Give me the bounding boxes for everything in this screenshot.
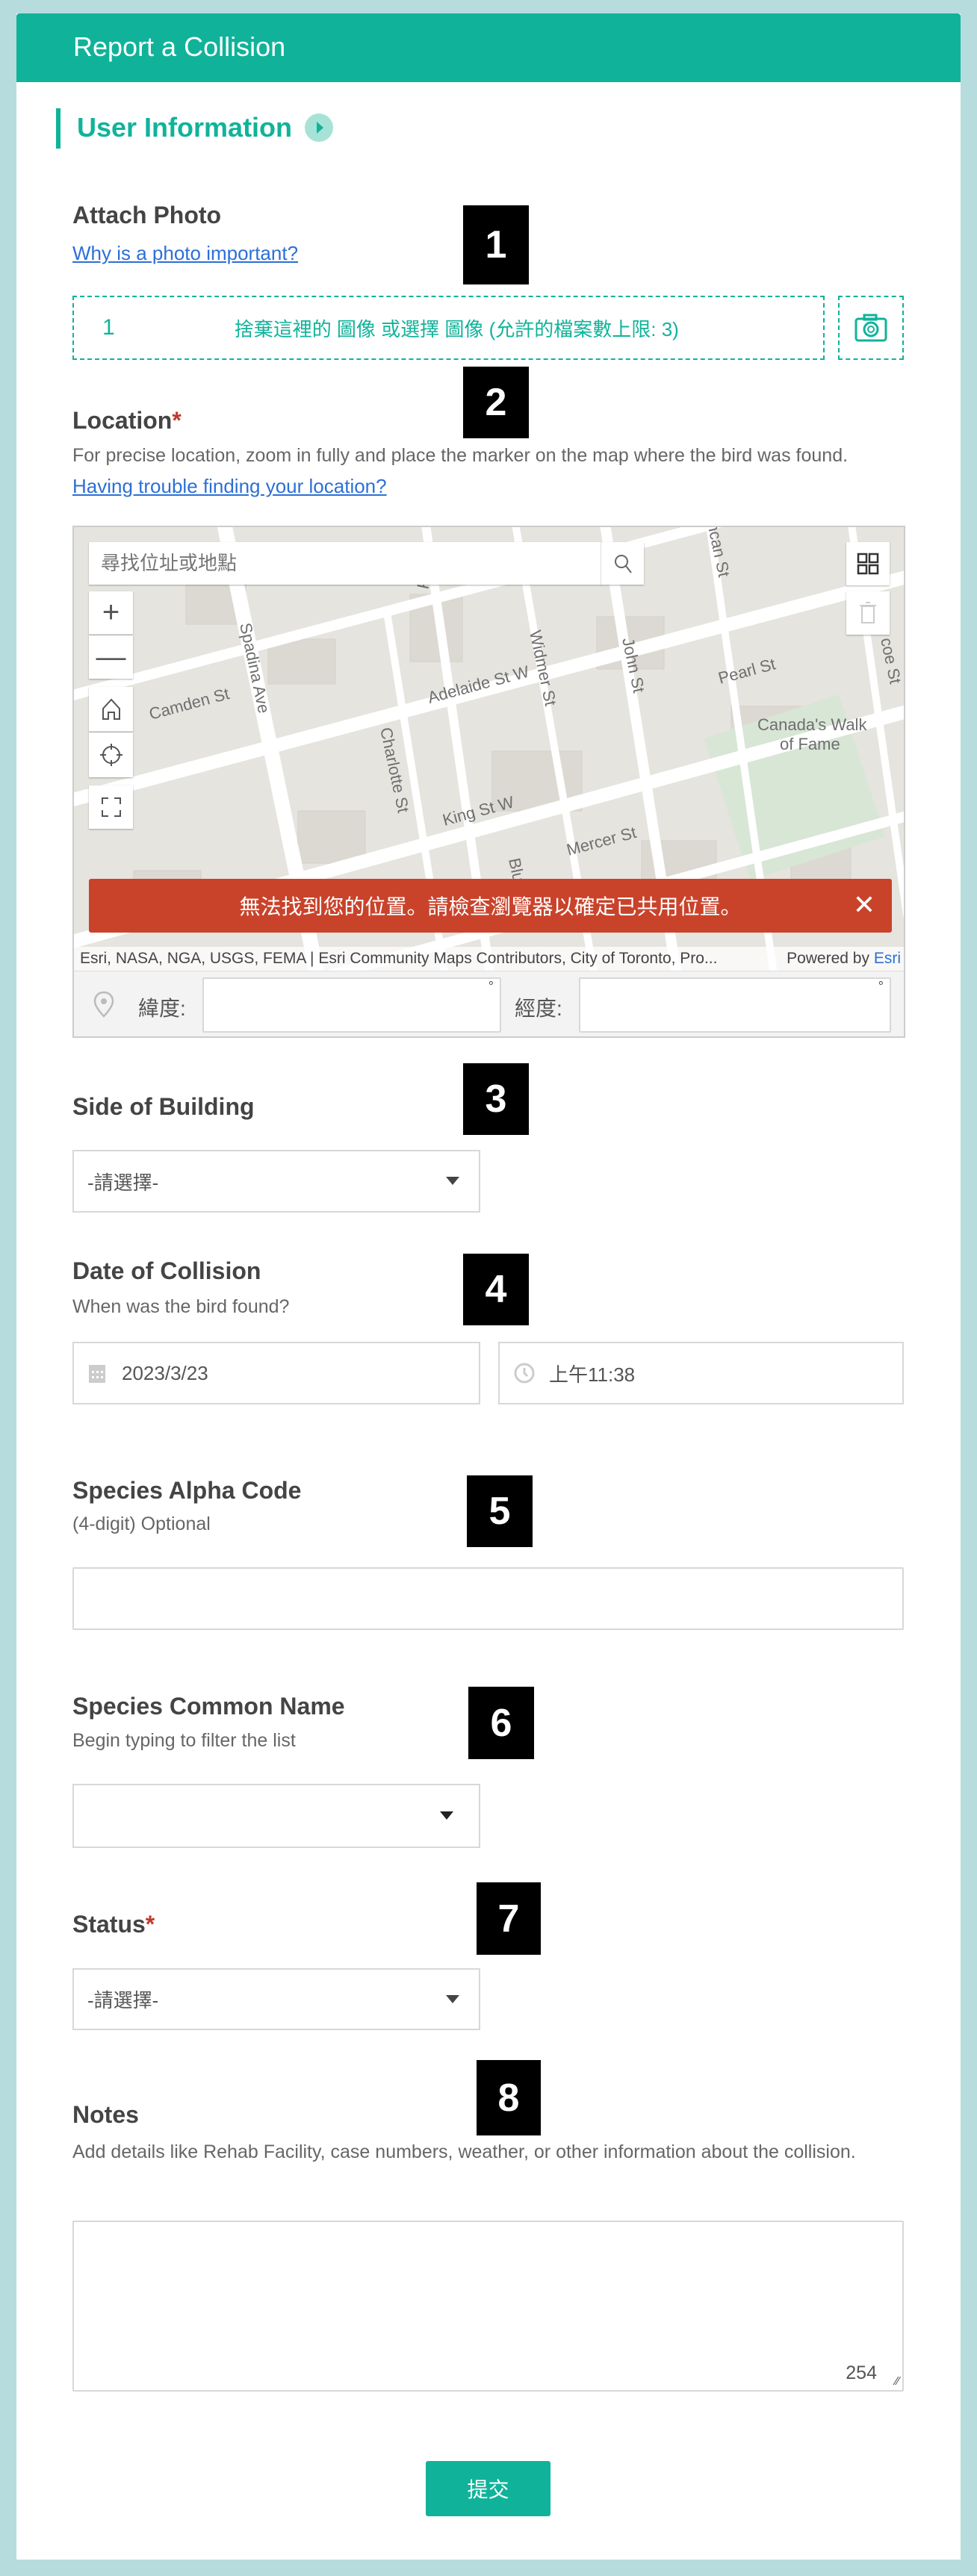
plus-icon: + [102,596,120,629]
map-poi-label: Canada's Walk [757,715,867,734]
side-of-building-select[interactable]: -請選擇- [72,1150,480,1213]
latitude-label: 緯度: [138,997,186,1020]
location-pin-icon[interactable] [89,989,119,1022]
coordinates-row: 緯度: ° 經度: ° [74,971,904,1036]
date-label: Date of Collision [72,1257,261,1284]
longitude-label: 經度: [515,997,562,1020]
location-label: Location* [72,407,182,435]
search-icon [614,554,632,573]
form-header: Report a Collision [16,13,961,82]
fullscreen-button[interactable] [89,785,133,829]
annotation-badge: 8 [477,2060,541,2135]
map-poi-label: of Fame [780,735,840,753]
clock-icon [514,1363,535,1384]
caret-down-icon [446,1177,459,1185]
delete-button[interactable] [846,591,890,635]
photo-importance-link[interactable]: Why is a photo important? [72,242,298,265]
location-help-link[interactable]: Having trouble finding your location? [72,475,387,498]
map-search-button[interactable] [601,542,644,585]
required-asterisk: * [145,1911,155,1938]
esri-link[interactable]: Esri [874,950,901,968]
crosshair-icon [99,744,122,766]
submit-button[interactable]: 提交 [426,2461,550,2516]
latitude-input[interactable]: ° [202,977,501,1033]
home-icon [102,698,120,720]
status-label-text: Status [72,1911,146,1938]
camera-button[interactable] [838,296,904,360]
alpha-code-sub: (4-digit) Optional [72,1513,211,1534]
notes-sub: Add details like Rehab Facility, case nu… [72,2141,856,2162]
annotation-badge: 5 [467,1475,533,1547]
caret-down-icon [440,1811,453,1820]
section-title: User Information [77,112,293,143]
location-label-text: Location [72,407,173,434]
annotation-badge: 7 [477,1882,541,1955]
annotation-badge: 1 [463,205,529,284]
common-name-label: Species Common Name [72,1693,345,1720]
map[interactable]: Spadina Ave Camden St Adelaide St W Widm… [72,526,905,1038]
map-street-label: Mercer St [565,823,639,859]
fullscreen-icon [101,797,121,817]
location-error-text: 無法找到您的位置。請檢查瀏覽器以確定已共用位置。 [239,895,742,918]
home-button[interactable] [89,687,133,732]
alpha-code-input[interactable] [72,1567,904,1630]
trash-icon [860,602,876,623]
side-of-building-label: Side of Building [72,1093,255,1120]
map-street-label: ncan St [704,527,733,579]
map-attribution: Esri, NASA, NGA, USGS, FEMA | Esri Commu… [74,947,904,971]
char-counter: 254 [846,2362,877,2383]
form-title: Report a Collision [73,31,286,62]
section-accent-bar [56,108,61,149]
zoom-out-button[interactable]: — [89,635,133,679]
locate-button[interactable] [89,732,133,777]
select-value: -請選擇- [87,1989,159,2012]
required-asterisk: * [172,407,182,434]
annotation-badge: 6 [468,1687,534,1759]
status-label: Status* [72,1911,155,1938]
notes-textarea[interactable]: 254 ⁄⁄ [72,2221,904,2392]
attribution-text: Esri, NASA, NGA, USGS, FEMA | Esri Commu… [80,950,718,967]
select-value: -請選擇- [87,1171,159,1194]
calendar-icon [89,1365,105,1383]
caret-down-icon [446,1994,459,2003]
common-name-sub: Begin typing to filter the list [72,1730,296,1751]
qr-select-button[interactable] [846,542,890,585]
map-street-label: coe St [877,636,905,685]
status-select[interactable]: -請選擇- [72,1968,480,2030]
chevron-right-circle-icon[interactable] [305,113,333,142]
notes-label: Notes [72,2101,139,2128]
location-description: For precise location, zoom in fully and … [72,445,849,466]
photo-dropzone[interactable]: 1 捨棄這裡的 圖像 或選擇 圖像 (允許的檔案數上限: 3) [72,296,825,360]
close-icon[interactable]: ✕ [853,889,875,921]
time-value: 上午11:38 [549,1363,636,1386]
select-tool-icon [857,553,879,575]
annotation-badge: 4 [463,1254,529,1325]
degree-symbol: ° [488,979,494,994]
time-input[interactable]: 上午11:38 [498,1342,904,1404]
degree-symbol: ° [878,979,884,994]
photo-count: 1 [102,315,115,340]
location-error-banner: 無法找到您的位置。請檢查瀏覽器以確定已共用位置。 ✕ [89,879,892,933]
annotation-badge: 3 [463,1063,529,1135]
camera-icon [855,314,887,342]
minus-icon: — [96,640,126,673]
longitude-input[interactable]: ° [579,977,891,1033]
date-value: 2023/3/23 [122,1361,208,1384]
dropzone-text: 捨棄這裡的 圖像 或選擇 圖像 (允許的檔案數上限: 3) [234,317,679,340]
powered-by-text: Powered by [787,950,869,967]
date-sub: When was the bird found? [72,1296,290,1317]
map-street-label: Camden St [147,684,232,724]
map-search-input[interactable] [89,542,601,585]
annotation-badge: 2 [463,367,529,438]
common-name-combobox[interactable] [72,1784,480,1848]
zoom-in-button[interactable]: + [89,591,133,635]
attach-photo-label: Attach Photo [72,202,222,228]
map-search-bar [89,542,644,585]
resize-handle-icon[interactable]: ⁄⁄ [896,2375,899,2389]
alpha-code-label: Species Alpha Code [72,1477,302,1504]
date-input[interactable]: 2023/3/23 [72,1342,480,1404]
